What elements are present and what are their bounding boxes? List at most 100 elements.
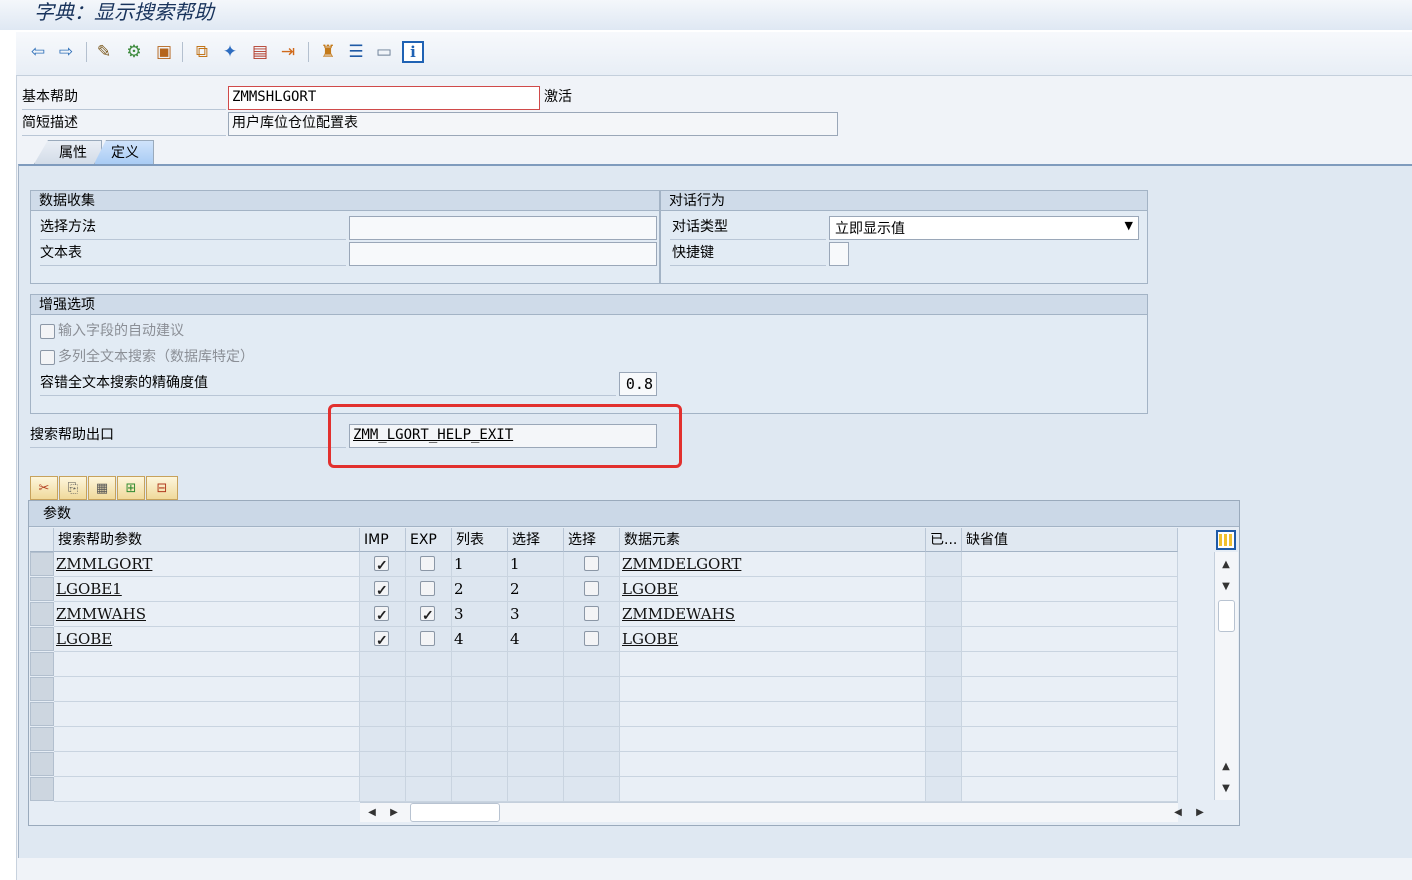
table-cell-sdis[interactable] [564,727,620,752]
table-checkbox-exp[interactable] [420,581,435,596]
table-cell-imp[interactable] [360,577,406,602]
table-cell-def[interactable] [962,702,1178,727]
table-cell-elem[interactable] [620,752,926,777]
display-change-icon[interactable]: ✎ [92,40,116,64]
row-selector[interactable] [30,627,54,651]
table-cell-param[interactable]: LGOBE [54,627,360,652]
horizontal-scroll-thumb[interactable] [410,803,500,822]
table-checkbox-imp[interactable] [374,629,389,651]
vertical-scroll-thumb[interactable] [1218,600,1235,632]
copy-icon[interactable]: ⎘ [59,476,87,500]
short-desc-field[interactable]: 用户库位仓位配置表 [228,112,838,136]
table-cell-imp[interactable] [360,702,406,727]
text-table-input[interactable] [349,242,657,266]
table-cell-elem[interactable]: ZMMDELGORT [620,552,926,577]
column-header[interactable]: IMP [360,528,406,552]
table-cell-sel[interactable]: 3 [508,602,564,627]
table-cell-done[interactable] [926,652,962,677]
table-cell-imp[interactable] [360,602,406,627]
table-cell-list[interactable] [452,677,508,702]
table-checkbox-sdis[interactable] [584,556,599,571]
table-cell-sdis[interactable] [564,602,620,627]
table-cell-done[interactable] [926,702,962,727]
table-checkbox-exp[interactable] [420,556,435,571]
column-header[interactable]: 已... [926,528,962,552]
scroll-up-icon[interactable]: ▲ [1216,556,1236,572]
table-cell-imp[interactable] [360,652,406,677]
table-cell-done[interactable] [926,777,962,802]
table-cell-param[interactable] [54,777,360,802]
row-selector[interactable] [30,702,54,726]
column-header[interactable]: EXP [406,528,452,552]
table-cell-exp[interactable] [406,752,452,777]
hierarchy-icon[interactable]: ♜ [316,40,340,64]
table-cell-sdis[interactable] [564,702,620,727]
table-cell-done[interactable] [926,727,962,752]
test-icon[interactable]: ✦ [218,40,242,64]
table-cell-exp[interactable] [406,577,452,602]
table-cell-imp[interactable] [360,752,406,777]
table-cell-sel[interactable] [508,752,564,777]
table-cell-sdis[interactable] [564,577,620,602]
layout-icon[interactable]: ▭ [372,40,396,64]
column-header[interactable]: 缺省值 [962,528,1178,552]
table-cell-param[interactable] [54,677,360,702]
scroll-left-icon[interactable]: ◀ [1170,804,1186,820]
selection-method-input[interactable] [349,216,657,240]
table-cell-sel[interactable] [508,677,564,702]
table-cell-list[interactable]: 3 [452,602,508,627]
table-cell-def[interactable] [962,627,1178,652]
object-list-icon[interactable]: ▤ [248,40,272,64]
table-cell-sel[interactable] [508,777,564,802]
table-cell-param[interactable] [54,752,360,777]
table-cell-done[interactable] [926,627,962,652]
table-cell-done[interactable] [926,602,962,627]
table-checkbox-exp[interactable] [420,631,435,646]
table-cell-def[interactable] [962,727,1178,752]
table-cell-def[interactable] [962,752,1178,777]
scroll-right-icon[interactable]: ▶ [386,804,402,820]
table-checkbox-exp[interactable] [420,604,435,626]
multi-col-search-checkbox[interactable] [40,350,55,365]
table-cell-exp[interactable] [406,602,452,627]
column-header[interactable]: 选择 [564,528,620,552]
table-cell-sdis[interactable] [564,552,620,577]
table-cell-sdis[interactable] [564,652,620,677]
paste-icon[interactable]: ▦ [88,476,116,500]
row-selector[interactable] [30,727,54,751]
table-cell-list[interactable] [452,702,508,727]
table-cell-sdis[interactable] [564,677,620,702]
table-checkbox-sdis[interactable] [584,631,599,646]
table-cell-elem[interactable]: LGOBE [620,627,926,652]
table-cell-list[interactable] [452,727,508,752]
table-cell-imp[interactable] [360,777,406,802]
other-object-icon[interactable]: ⚙ [122,40,146,64]
table-cell-imp[interactable] [360,552,406,577]
table-cell-def[interactable] [962,777,1178,802]
delete-row-icon[interactable]: ⊟ [146,476,178,500]
table-cell-elem[interactable]: ZMMDEWAHS [620,602,926,627]
scroll-page-up-icon[interactable]: ▲ [1216,758,1236,774]
scroll-down-icon[interactable]: ▼ [1216,578,1236,594]
table-cell-param[interactable]: ZMMLGORT [54,552,360,577]
table-checkbox-sdis[interactable] [584,581,599,596]
display-object-list-icon[interactable]: ⇥ [276,40,300,64]
activate-icon[interactable]: ▣ [152,40,176,64]
column-header[interactable]: 选择 [508,528,564,552]
row-selector[interactable] [30,552,54,576]
table-cell-done[interactable] [926,752,962,777]
info-icon[interactable]: i [402,41,424,63]
table-cell-sel[interactable]: 2 [508,577,564,602]
table-checkbox-sdis[interactable] [584,606,599,621]
table-cell-sel[interactable]: 4 [508,627,564,652]
table-cell-def[interactable] [962,552,1178,577]
select-all-header[interactable] [30,528,54,552]
row-selector[interactable] [30,677,54,701]
table-cell-exp[interactable] [406,552,452,577]
table-cell-list[interactable]: 1 [452,552,508,577]
cut-icon[interactable]: ✂ [30,476,58,500]
table-cell-param[interactable] [54,727,360,752]
table-checkbox-imp[interactable] [374,579,389,601]
navigation-icon[interactable]: ☰ [344,40,368,64]
column-header[interactable]: 数据元素 [620,528,926,552]
